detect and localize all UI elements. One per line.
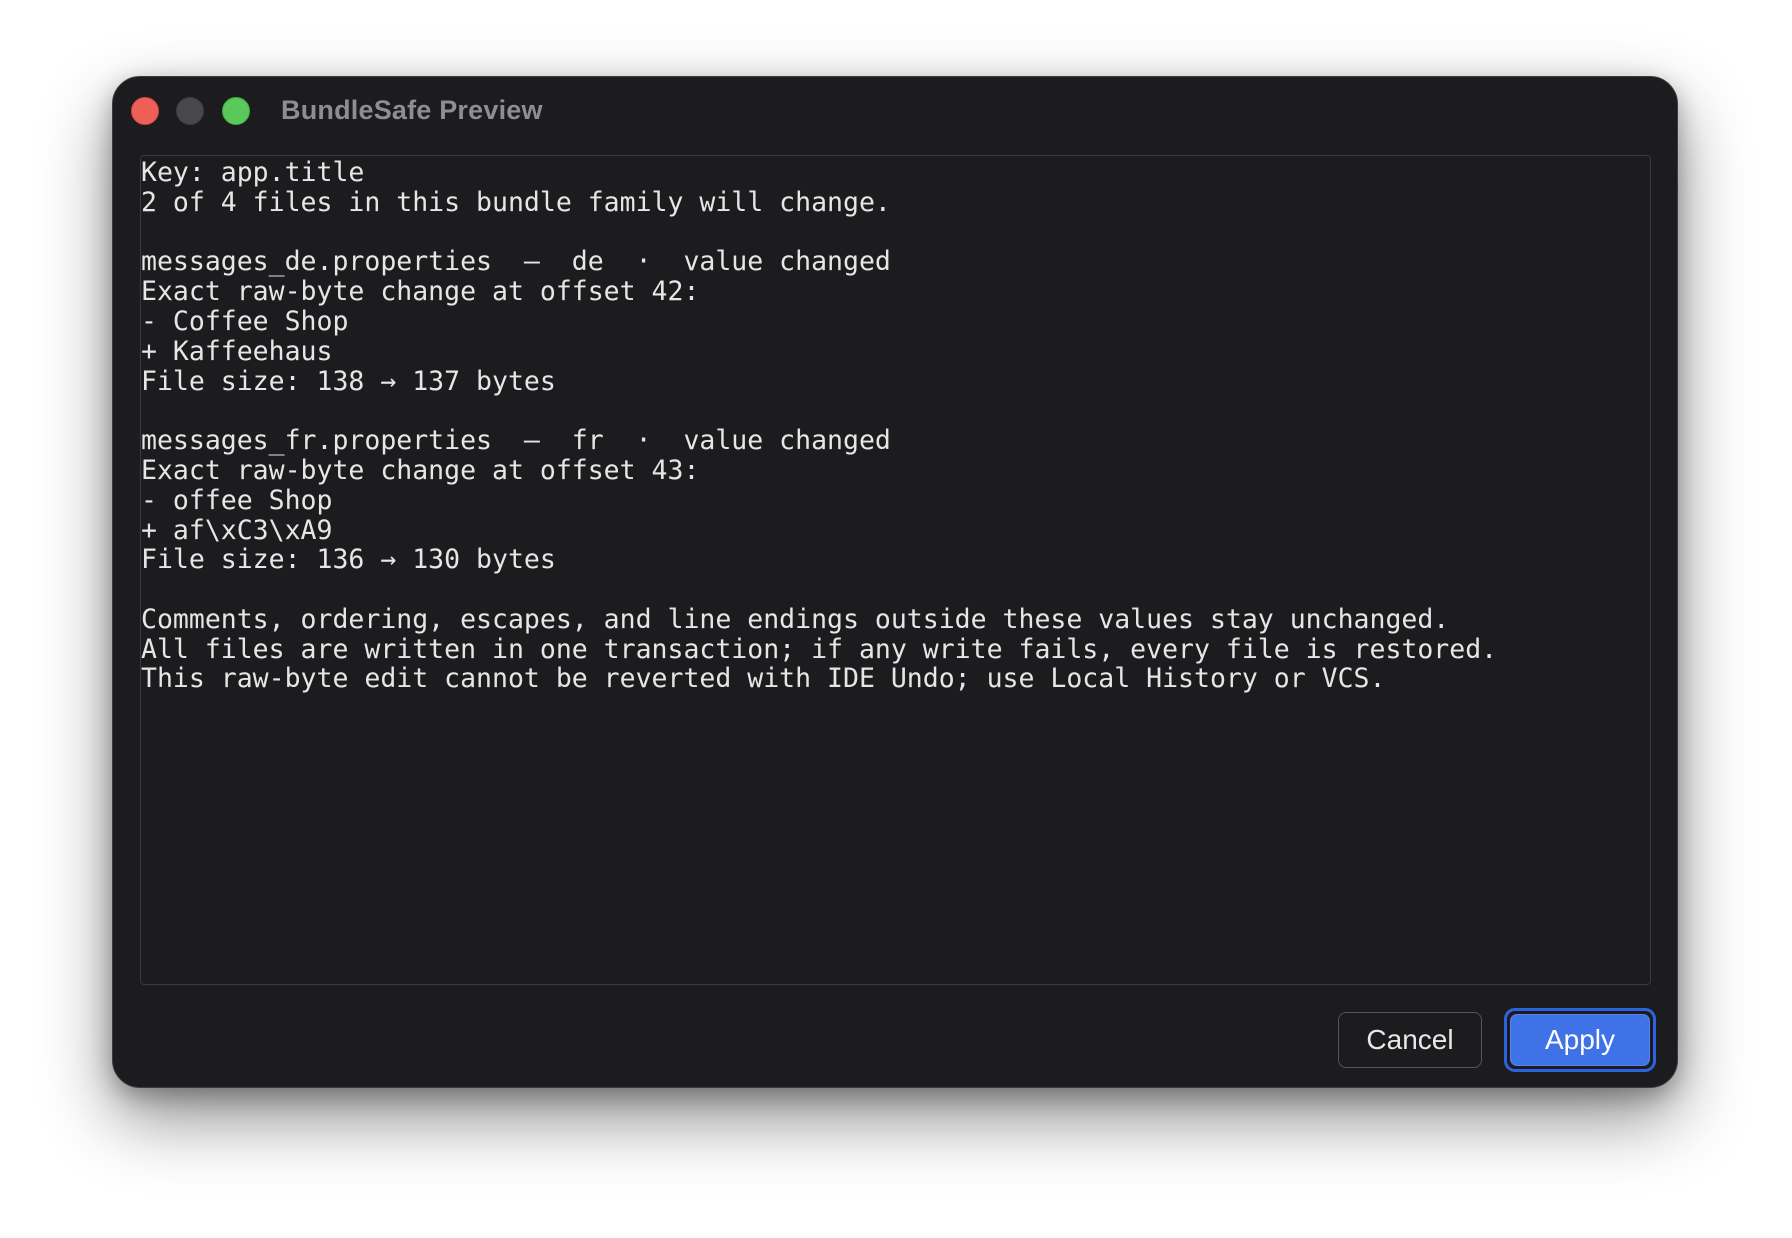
preview-line-fr-file: messages_fr.properties — fr · value chan…: [141, 425, 891, 456]
preview-line-key: Key: app.title: [141, 157, 365, 188]
preview-text-area[interactable]: Key: app.title 2 of 4 files in this bund…: [140, 155, 1651, 985]
preview-line-fr-size: File size: 136 → 130 bytes: [141, 544, 556, 575]
maximize-window-button[interactable]: [222, 97, 250, 125]
close-window-button[interactable]: [131, 97, 159, 125]
preview-line-de-added: + Kaffeehaus: [141, 336, 333, 367]
preview-line-summary: 2 of 4 files in this bundle family will …: [141, 187, 891, 218]
minimize-window-button[interactable]: [176, 97, 204, 125]
window-title: BundleSafe Preview: [281, 95, 543, 125]
preview-line-fr-offset: Exact raw-byte change at offset 43:: [141, 455, 700, 486]
preview-line-note-unchanged: Comments, ordering, escapes, and line en…: [141, 604, 1450, 635]
preview-line-de-size: File size: 138 → 137 bytes: [141, 366, 556, 397]
apply-button[interactable]: Apply: [1510, 1014, 1650, 1066]
preview-line-note-undo: This raw-byte edit cannot be reverted wi…: [141, 663, 1386, 694]
dialog-window: BundleSafe Preview Key: app.title 2 of 4…: [112, 76, 1678, 1088]
preview-line-de-offset: Exact raw-byte change at offset 42:: [141, 276, 700, 307]
title-bar[interactable]: BundleSafe Preview: [113, 77, 1677, 141]
preview-line-de-file: messages_de.properties — de · value chan…: [141, 246, 891, 277]
cancel-button[interactable]: Cancel: [1338, 1012, 1482, 1068]
preview-line-de-removed: - Coffee Shop: [141, 306, 349, 337]
preview-line-fr-removed: - offee Shop: [141, 485, 333, 516]
